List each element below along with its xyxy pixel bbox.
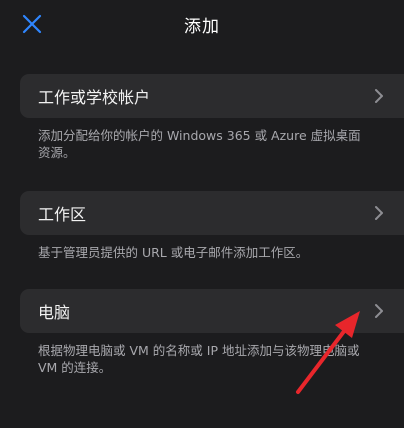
- chevron-right-icon: [372, 205, 386, 221]
- chevron-right-icon: [372, 88, 386, 104]
- option-description: 根据物理电脑或 VM 的名称或 IP 地址添加与该物理电脑或 VM 的连接。: [38, 343, 360, 375]
- option-label: 工作区: [38, 205, 87, 224]
- header: 添加: [0, 0, 404, 48]
- page-title: 添加: [184, 17, 220, 37]
- chevron-right-icon: [372, 303, 386, 319]
- workspace-option[interactable]: 工作区: [20, 191, 404, 235]
- option-label: 工作或学校帐户: [38, 88, 151, 107]
- option-description: 基于管理员提供的 URL 或电子邮件添加工作区。: [38, 245, 309, 260]
- work-school-account-option[interactable]: 工作或学校帐户: [20, 74, 404, 118]
- option-label: 电脑: [38, 303, 71, 322]
- pc-option[interactable]: 电脑: [20, 289, 404, 333]
- option-description: 添加分配给你的帐户的 Windows 365 或 Azure 虚拟桌面资源。: [38, 128, 361, 160]
